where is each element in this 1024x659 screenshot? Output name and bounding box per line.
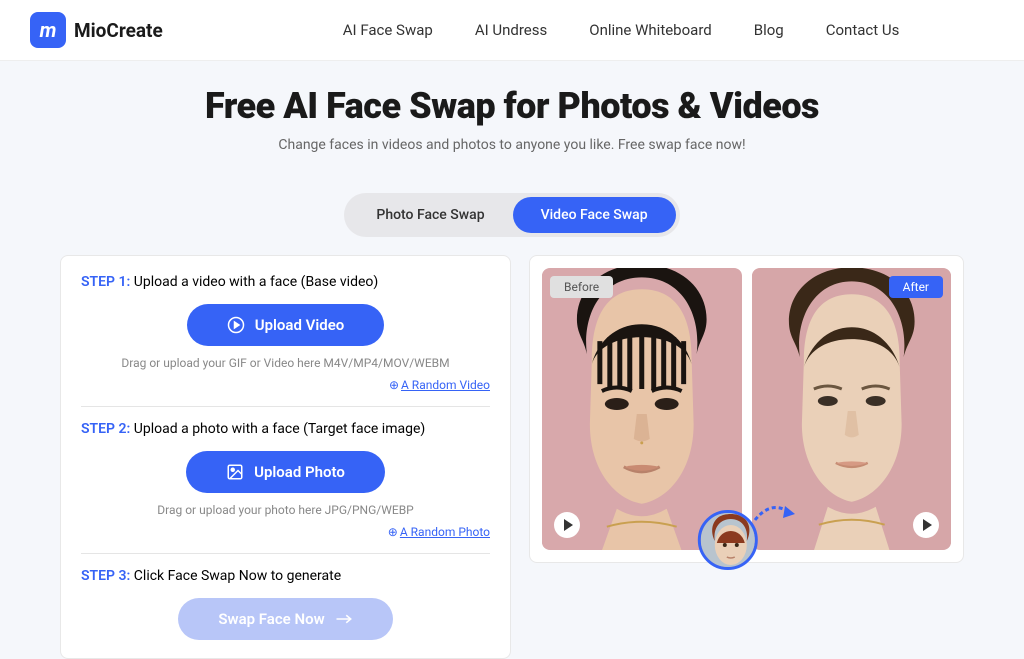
play-icon (564, 519, 573, 531)
nav-ai-face-swap[interactable]: AI Face Swap (343, 21, 433, 39)
upload-video-label: Upload Video (255, 316, 345, 334)
target-face-illustration (700, 513, 757, 570)
step-2-prefix: STEP 2: (81, 421, 130, 437)
swap-arrow-icon (751, 498, 795, 528)
steps-panel: STEP 1: Upload a video with a face (Base… (60, 255, 511, 659)
random-video-link[interactable]: ⊕A Random Video (81, 378, 490, 392)
play-button-before[interactable] (554, 512, 580, 538)
step-2-hint: Drag or upload your photo here JPG/PNG/W… (81, 503, 490, 517)
step-3-label: STEP 3: Click Face Swap Now to generate (81, 568, 490, 584)
target-face-thumbnail (697, 510, 757, 570)
page-title: Free AI Face Swap for Photos & Videos (0, 85, 1024, 127)
step-3-text: Click Face Swap Now to generate (130, 568, 341, 584)
random-photo-link[interactable]: ⊕A Random Photo (81, 525, 490, 539)
after-badge: After (889, 276, 943, 298)
header: m MioCreate AI Face Swap AI Undress Onli… (0, 0, 1024, 61)
main-content: STEP 1: Upload a video with a face (Base… (0, 255, 1024, 659)
mode-toggle: Photo Face Swap Video Face Swap (0, 193, 1024, 237)
play-circle-icon (227, 316, 245, 334)
step-1-prefix: STEP 1: (81, 274, 130, 290)
step-3-prefix: STEP 3: (81, 568, 130, 584)
step-1-hint: Drag or upload your GIF or Video here M4… (81, 356, 490, 370)
step-1-text: Upload a video with a face (Base video) (130, 274, 378, 290)
play-icon (923, 519, 932, 531)
step-2-label: STEP 2: Upload a photo with a face (Targ… (81, 421, 490, 437)
swap-face-button[interactable]: Swap Face Now (178, 598, 392, 640)
image-icon (226, 463, 244, 481)
before-badge: Before (550, 276, 613, 298)
nav-ai-undress[interactable]: AI Undress (475, 21, 547, 39)
brand-name: MioCreate (74, 19, 163, 42)
arrow-right-icon (335, 613, 353, 625)
swap-face-label: Swap Face Now (218, 610, 324, 628)
step-1-label: STEP 1: Upload a video with a face (Base… (81, 274, 490, 290)
step-2-text: Upload a photo with a face (Target face … (130, 421, 425, 437)
plus-icon: ⊕ (388, 525, 398, 539)
upload-photo-button[interactable]: Upload Photo (186, 451, 385, 493)
upload-video-button[interactable]: Upload Video (187, 304, 385, 346)
step-1: STEP 1: Upload a video with a face (Base… (81, 274, 490, 407)
nav-online-whiteboard[interactable]: Online Whiteboard (589, 21, 711, 39)
mode-container: Photo Face Swap Video Face Swap (344, 193, 679, 237)
upload-photo-label: Upload Photo (254, 463, 345, 481)
logo-icon: m (30, 12, 66, 48)
before-preview: Before (542, 268, 742, 550)
page-subtitle: Change faces in videos and photos to any… (0, 137, 1024, 153)
hero-section: Free AI Face Swap for Photos & Videos Ch… (0, 61, 1024, 171)
nav-contact-us[interactable]: Contact Us (826, 21, 900, 39)
step-3: STEP 3: Click Face Swap Now to generate … (81, 568, 490, 640)
main-nav: AI Face Swap AI Undress Online Whiteboar… (343, 21, 900, 39)
play-button-after[interactable] (913, 512, 939, 538)
tab-photo-face-swap[interactable]: Photo Face Swap (348, 197, 512, 233)
nav-blog[interactable]: Blog (754, 21, 784, 39)
tab-video-face-swap[interactable]: Video Face Swap (513, 197, 676, 233)
before-face-illustration (542, 268, 742, 550)
logo[interactable]: m MioCreate (30, 12, 163, 48)
step-2: STEP 2: Upload a photo with a face (Targ… (81, 421, 490, 554)
preview-panel: Before Afte (529, 255, 964, 563)
plus-icon: ⊕ (389, 378, 399, 392)
